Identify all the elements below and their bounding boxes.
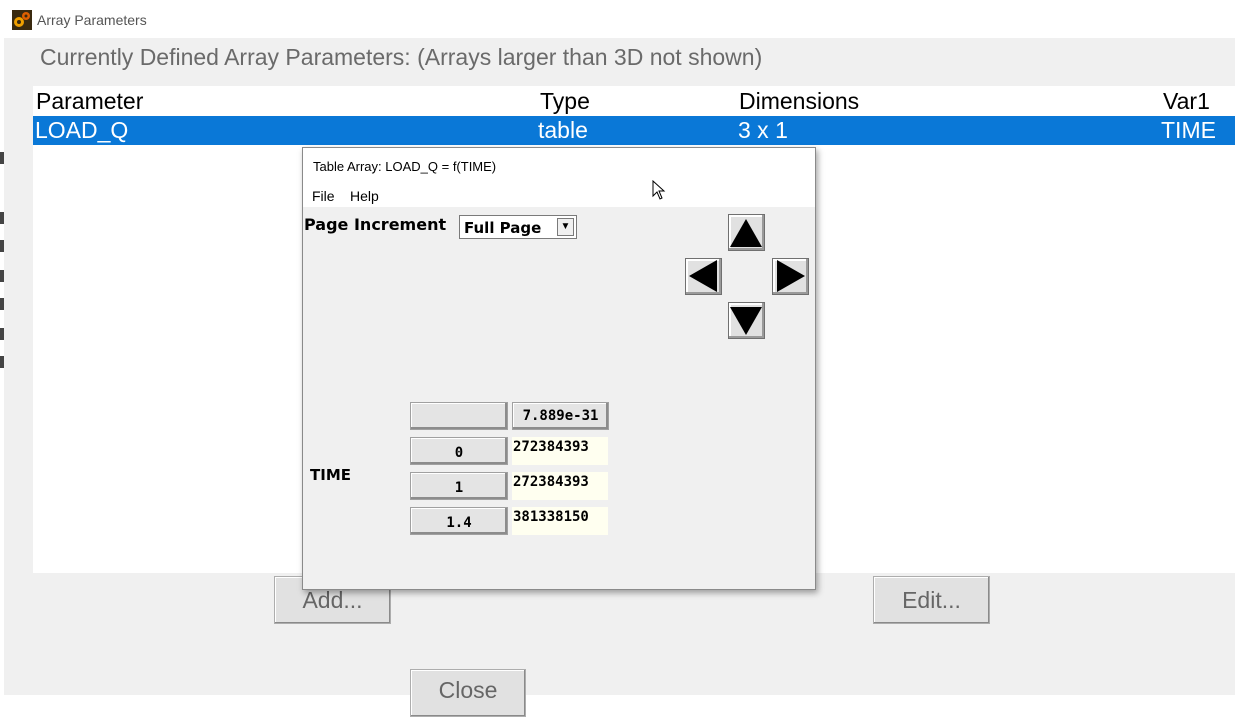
window-title: Array Parameters xyxy=(37,12,147,28)
table-cell-input[interactable]: 272384393 xyxy=(512,472,608,500)
arrow-right-icon xyxy=(777,260,805,292)
column-header-button[interactable]: 7.889e-31 xyxy=(512,402,609,430)
page-increment-value: Full Page xyxy=(464,219,542,237)
row-header-button[interactable]: 1 xyxy=(410,472,508,500)
table-cell-input[interactable]: 381338150 xyxy=(512,507,608,535)
row-variable-label: TIME xyxy=(310,466,351,484)
edit-button[interactable]: Edit... xyxy=(873,576,990,624)
arrow-up-icon xyxy=(730,219,762,247)
arrow-down-icon xyxy=(730,307,762,335)
column-header-type[interactable]: Type xyxy=(540,88,590,115)
app-gears-icon xyxy=(12,10,32,30)
row-dimensions-cell[interactable]: 3 x 1 xyxy=(738,117,788,144)
list-heading: Currently Defined Array Parameters: (Arr… xyxy=(40,44,763,70)
table-cell-input[interactable]: 272384393 xyxy=(512,437,608,465)
arrow-right-button[interactable] xyxy=(772,258,809,295)
table-array-dialog: Table Array: LOAD_Q = f(TIME) File Help … xyxy=(302,147,816,590)
table-row[interactable] xyxy=(33,116,1235,145)
menu-file[interactable]: File xyxy=(312,188,335,204)
row-parameter-cell[interactable]: LOAD_Q xyxy=(35,117,128,144)
column-header-dimensions[interactable]: Dimensions xyxy=(739,88,859,115)
corner-header-button[interactable] xyxy=(410,402,508,430)
arrow-left-icon xyxy=(689,260,717,292)
window-titlebar: Array Parameters xyxy=(0,0,1235,38)
dialog-title: Table Array: LOAD_Q = f(TIME) xyxy=(313,159,497,174)
dialog-titlebar: Table Array: LOAD_Q = f(TIME) xyxy=(303,148,815,182)
dialog-menubar xyxy=(303,182,815,207)
arrow-up-button[interactable] xyxy=(728,214,765,251)
mouse-cursor-icon xyxy=(652,180,666,200)
dropdown-chevron-icon[interactable]: ▼ xyxy=(557,218,574,236)
menu-help[interactable]: Help xyxy=(350,188,379,204)
close-button[interactable]: Close xyxy=(410,669,526,717)
arrow-down-button[interactable] xyxy=(728,302,765,339)
row-header-button[interactable]: 1.4 xyxy=(410,507,508,535)
arrow-left-button[interactable] xyxy=(685,258,722,295)
row-var1-cell[interactable]: TIME xyxy=(1161,117,1216,144)
column-header-var1[interactable]: Var1 xyxy=(1163,88,1210,115)
page-increment-select[interactable]: Full Page ▼ xyxy=(459,215,577,239)
row-header-button[interactable]: 0 xyxy=(410,437,508,465)
column-header-parameter[interactable]: Parameter xyxy=(36,88,143,115)
row-type-cell[interactable]: table xyxy=(538,117,588,144)
page-increment-label: Page Increment xyxy=(304,215,447,234)
